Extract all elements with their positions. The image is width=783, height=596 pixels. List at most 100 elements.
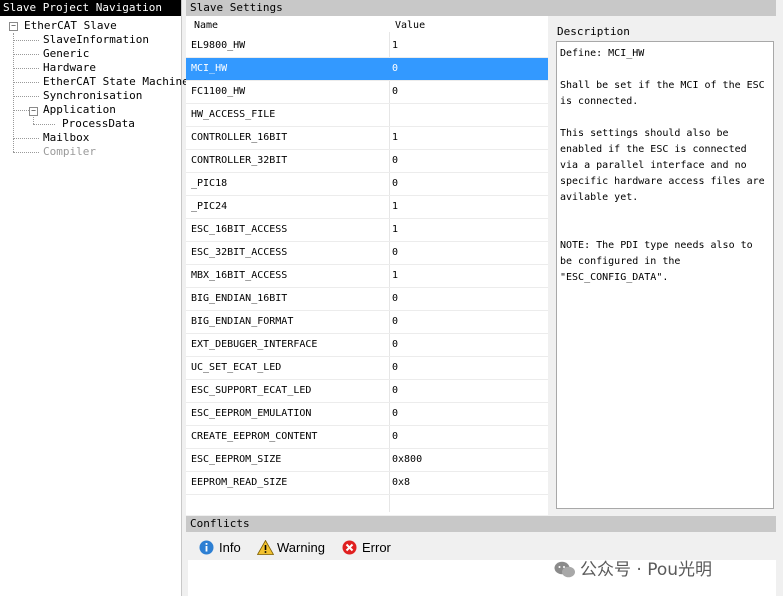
setting-value[interactable]: 0 [392,339,398,350]
setting-name: UC_SET_ECAT_LED [191,362,282,373]
table-row[interactable]: ESC_32BIT_ACCESS 0 [186,242,548,265]
table-row[interactable]: ESC_EEPROM_EMULATION 0 [186,403,548,426]
tree-item-hardware[interactable]: Hardware [43,61,96,75]
tree-item-ethercat-state-machine[interactable]: EtherCAT State Machine [43,75,189,89]
setting-name: _PIC24 [191,201,228,212]
tree-connector [13,68,39,69]
tree-connector [13,138,39,139]
navigation-title: Slave Project Navigation [0,0,181,16]
table-row[interactable]: EL9800_HW 1 [186,35,548,58]
table-row-selected[interactable]: MCI_HW 0 [186,58,548,81]
setting-value[interactable]: 1 [392,224,398,235]
table-row[interactable]: HW_ACCESS_FILE [186,104,548,127]
tree-connector [13,40,39,41]
slave-settings-panel: Slave Settings Name Value EL9800_HW 1 MCI… [186,0,776,515]
setting-value[interactable]: 1 [392,132,398,143]
info-filter-label: Info [219,540,241,555]
setting-name: FC1100_HW [191,86,246,97]
tree-connector [13,152,39,153]
setting-name: CONTROLLER_16BIT [191,132,288,143]
table-row[interactable]: CONTROLLER_16BIT 1 [186,127,548,150]
setting-name: ESC_EEPROM_EMULATION [191,408,312,419]
table-row[interactable]: _PIC18 0 [186,173,548,196]
tree-item-processdata[interactable]: ProcessData [62,117,135,131]
setting-value[interactable]: 0x800 [392,454,422,465]
setting-value[interactable]: 0 [392,155,398,166]
table-row[interactable]: UC_SET_ECAT_LED 0 [186,357,548,380]
table-row[interactable]: _PIC24 1 [186,196,548,219]
tree-item-mailbox[interactable]: Mailbox [43,131,89,145]
setting-name: _PIC18 [191,178,228,189]
tree-item-compiler[interactable]: Compiler [43,145,96,159]
settings-grid: Name Value EL9800_HW 1 MCI_HW 0 FC1100_HW 0… [186,16,548,515]
setting-name: BIG_ENDIAN_FORMAT [191,316,294,327]
tree-connector [13,96,39,97]
tree-item-application[interactable]: Application [43,103,116,117]
setting-name: CREATE_EEPROM_CONTENT [191,431,318,442]
column-header-value[interactable]: Value [395,20,425,31]
setting-name: MBX_16BIT_ACCESS [191,270,288,281]
setting-name: EXT_DEBUGER_INTERFACE [191,339,318,350]
table-row[interactable]: CONTROLLER_32BIT 0 [186,150,548,173]
conflicts-title: Conflicts [186,516,776,532]
setting-name: ESC_16BIT_ACCESS [191,224,288,235]
table-row[interactable]: BIG_ENDIAN_FORMAT 0 [186,311,548,334]
setting-value[interactable]: 0 [392,247,398,258]
description-title: Description [557,25,630,38]
column-header-name[interactable]: Name [194,20,218,31]
setting-value[interactable]: 1 [392,270,398,281]
table-row[interactable]: BIG_ENDIAN_16BIT 0 [186,288,548,311]
table-row[interactable]: CREATE_EEPROM_CONTENT 0 [186,426,548,449]
table-row[interactable]: EEPROM_READ_SIZE 0x8 [186,472,548,495]
setting-name: ESC_EEPROM_SIZE [191,454,282,465]
warning-filter-label: Warning [277,540,325,555]
setting-value[interactable]: 0x8 [392,477,410,488]
description-box: Define: MCI_HW Shall be set if the MCI o… [556,41,774,509]
watermark-text: 公众号 · Pou光明 [580,560,713,580]
description-text: Define: MCI_HW Shall be set if the MCI o… [560,48,765,283]
tree-item-ethercat-slave[interactable]: EtherCAT Slave [24,19,117,33]
setting-value[interactable]: 0 [392,86,398,97]
tree-connector [13,33,14,137]
table-row[interactable]: MBX_16BIT_ACCESS 1 [186,265,548,288]
collapse-icon[interactable]: − [9,22,18,31]
setting-value[interactable]: 0 [392,385,398,396]
setting-value[interactable]: 0 [392,293,398,304]
setting-name: CONTROLLER_32BIT [191,155,288,166]
warning-icon [257,540,274,555]
settings-title: Slave Settings [186,0,776,16]
setting-value[interactable]: 0 [392,63,398,74]
tree-item-synchronisation[interactable]: Synchronisation [43,89,142,103]
table-row[interactable]: ESC_16BIT_ACCESS 1 [186,219,548,242]
setting-name: HW_ACCESS_FILE [191,109,276,120]
setting-value[interactable]: 0 [392,362,398,373]
info-icon [199,540,214,555]
setting-value[interactable]: 0 [392,408,398,419]
tree-connector [33,124,55,125]
setting-name: ESC_SUPPORT_ECAT_LED [191,385,312,396]
tree-item-slaveinformation[interactable]: SlaveInformation [43,33,149,47]
tree-item-generic[interactable]: Generic [43,47,89,61]
description-panel: Description Define: MCI_HW Shall be set … [554,16,776,515]
setting-name: BIG_ENDIAN_16BIT [191,293,288,304]
watermark: 公众号 · Pou光明 [554,555,712,580]
setting-value[interactable]: 0 [392,178,398,189]
project-navigation-panel: Slave Project Navigation − EtherCAT Slav… [0,0,189,596]
table-row[interactable]: FC1100_HW 0 [186,81,548,104]
table-row[interactable]: ESC_SUPPORT_ECAT_LED 0 [186,380,548,403]
error-filter-label: Error [362,540,391,555]
tree-connector [33,117,34,124]
setting-value[interactable]: 1 [392,40,398,51]
setting-value[interactable]: 0 [392,431,398,442]
setting-name: ESC_32BIT_ACCESS [191,247,288,258]
setting-value[interactable]: 1 [392,201,398,212]
tree-connector [13,138,14,152]
collapse-icon[interactable]: − [29,107,38,116]
tree-connector [13,54,39,55]
table-row[interactable]: ESC_EEPROM_SIZE 0x800 [186,449,548,472]
setting-name: EL9800_HW [191,40,246,51]
error-icon [342,540,357,555]
table-row[interactable]: EXT_DEBUGER_INTERFACE 0 [186,334,548,357]
setting-value[interactable]: 0 [392,316,398,327]
wechat-icon [554,561,575,578]
